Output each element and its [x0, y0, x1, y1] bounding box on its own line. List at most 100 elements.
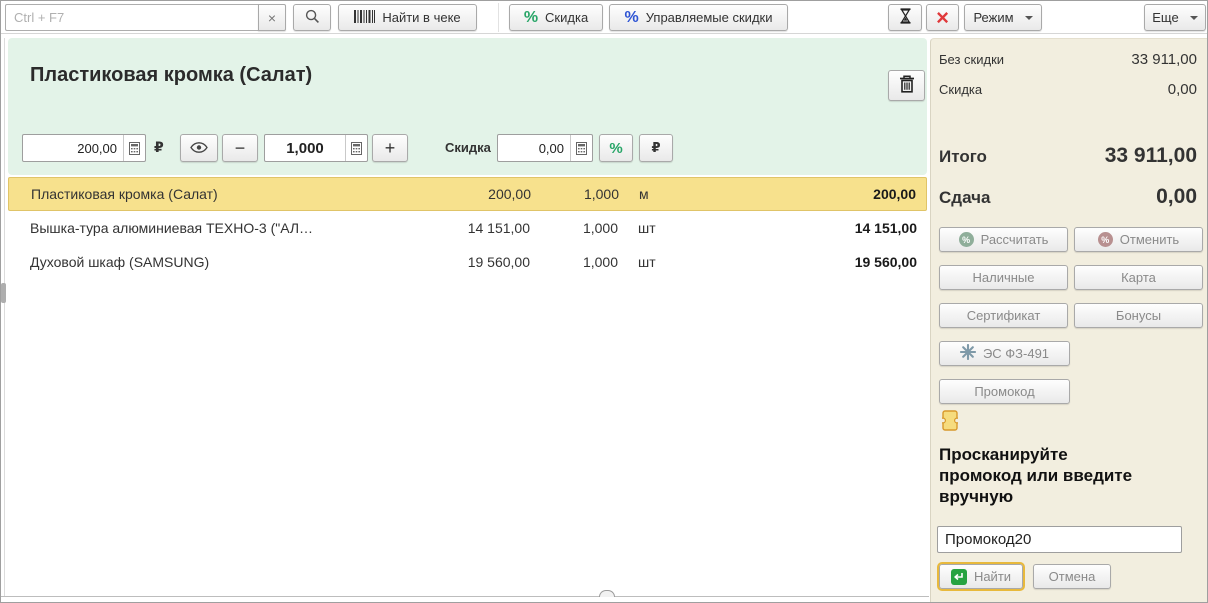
item-price-cell: 14 151,00 [467, 220, 530, 236]
promocode-button[interactable]: Промокод [939, 379, 1070, 404]
discount-button[interactable]: % Скидка [509, 4, 603, 31]
item-total-cell: 14 151,00 [854, 220, 917, 236]
search-icon [305, 9, 320, 27]
calculate-discounts-button[interactable]: % Рассчитать [939, 227, 1068, 252]
percent-circle-green-icon: % [958, 232, 974, 247]
change-value: 0,00 [1156, 185, 1197, 208]
summary-discount-value: 0,00 [1167, 81, 1197, 98]
no-discount-label: Без скидки [939, 52, 1005, 67]
bottom-splitter[interactable] [1, 596, 929, 597]
price-field [22, 134, 146, 162]
promo-code-input[interactable] [937, 526, 1182, 553]
bonuses-button[interactable]: Бонусы [1074, 303, 1203, 328]
left-splitter-grip[interactable] [1, 283, 6, 303]
item-price-cell: 19 560,00 [467, 254, 530, 270]
enter-arrow-icon [950, 568, 967, 585]
promo-find-label: Найти [973, 569, 1012, 584]
snowflake-icon [959, 343, 976, 363]
card-button[interactable]: Карта [1074, 265, 1203, 290]
barcode-icon [354, 9, 376, 26]
managed-discounts-button[interactable]: % Управляемые скидки [609, 4, 788, 31]
summary-discount-label: Скидка [939, 82, 983, 97]
percent-green-icon: % [523, 8, 539, 26]
total-label: Итого [939, 147, 987, 166]
item-name-cell: Вышка-тура алюминиевая ТЕХНО-3 ("АЛ… [30, 220, 314, 236]
es-fz491-label: ЭС ФЗ-491 [982, 346, 1050, 361]
item-qty-cell: 1,000 [582, 220, 618, 236]
clear-search-button[interactable]: × [258, 4, 286, 31]
managed-discounts-label: Управляемые скидки [645, 10, 773, 25]
chevron-down-icon [1024, 15, 1033, 20]
item-qty-cell: 1,000 [583, 186, 619, 202]
cash-button[interactable]: Наличные [939, 265, 1068, 290]
receipt-items-table: Пластиковая кромка (Салат) 200,00 1,000 … [8, 177, 927, 596]
item-qty-cell: 1,000 [582, 254, 618, 270]
discount-ruble-button[interactable]: ₽ [639, 134, 673, 162]
item-total-cell: 19 560,00 [854, 254, 917, 270]
calculate-label: Рассчитать [980, 232, 1049, 247]
top-toolbar: × Найти в чеке % Скидка % Управляемые ск… [1, 1, 1207, 34]
cancel-discounts-button[interactable]: % Отменить [1074, 227, 1203, 252]
item-controls: ₽ − + Скидка % [8, 134, 927, 164]
table-row[interactable]: Пластиковая кромка (Салат) 200,00 1,000 … [8, 177, 927, 211]
calculator-icon[interactable] [345, 135, 367, 161]
price-input[interactable] [23, 135, 123, 161]
quantity-increase-button[interactable]: + [372, 134, 408, 162]
quantity-input[interactable] [265, 135, 345, 161]
discount-row: Скидка 0,00 [939, 81, 1197, 98]
change-label: Сдача [939, 188, 991, 207]
item-name-cell: Пластиковая кромка (Салат) [31, 186, 218, 202]
search-group: × [5, 4, 286, 31]
promo-cancel-button[interactable]: Отмена [1033, 564, 1111, 589]
price-currency-label: ₽ [154, 140, 164, 156]
ticket-icon [939, 410, 961, 436]
chevron-down-icon [1189, 15, 1198, 20]
close-receipt-button[interactable]: × [926, 4, 959, 31]
more-menu-button[interactable]: Еще [1144, 4, 1206, 31]
promo-find-button[interactable]: Найти [937, 562, 1025, 591]
percent-green-icon: % [609, 139, 623, 157]
bottom-splitter-grip[interactable] [599, 590, 615, 597]
quantity-decrease-button[interactable]: − [222, 134, 258, 162]
item-name-cell: Духовой шкаф (SAMSUNG) [30, 254, 210, 270]
item-discount-input[interactable] [498, 135, 570, 161]
es-fz491-button[interactable]: ЭС ФЗ-491 [939, 341, 1070, 366]
item-discount-label: Скидка [445, 140, 491, 155]
mode-label: Режим [973, 10, 1014, 25]
item-price-cell: 200,00 [488, 186, 531, 202]
item-total-cell: 200,00 [873, 186, 916, 202]
delete-item-button[interactable] [888, 70, 925, 101]
table-row[interactable]: Вышка-тура алюминиевая ТЕХНО-3 ("АЛ… 14 … [8, 211, 927, 245]
search-button[interactable] [293, 4, 331, 31]
hourglass-icon [899, 8, 912, 27]
find-in-receipt-label: Найти в чеке [382, 10, 461, 25]
percent-circle-red-icon: % [1097, 232, 1113, 247]
item-unit-cell: шт [638, 220, 656, 236]
certificate-button[interactable]: Сертификат [939, 303, 1068, 328]
current-item-title: Пластиковая кромка (Салат) [30, 64, 313, 86]
left-splitter[interactable] [4, 38, 5, 596]
toolbar-separator [498, 3, 499, 32]
promo-hint-text: Просканируйте промокод или введите вручн… [939, 445, 1133, 506]
find-in-receipt-button[interactable]: Найти в чеке [338, 4, 477, 31]
hourglass-button[interactable] [888, 4, 922, 31]
mode-menu-button[interactable]: Режим [964, 4, 1042, 31]
discount-percent-button[interactable]: % [599, 134, 633, 162]
calculator-icon[interactable] [570, 135, 592, 161]
percent-blue-icon: % [624, 8, 639, 26]
eye-icon [190, 141, 208, 156]
total-row: Итого 33 911,00 [939, 144, 1197, 168]
quantity-field [264, 134, 368, 162]
item-unit-cell: шт [638, 254, 656, 270]
search-input[interactable] [5, 4, 258, 31]
current-item-panel: Пластиковая кромка (Салат) ₽ − [8, 38, 927, 175]
table-row[interactable]: Духовой шкаф (SAMSUNG) 19 560,00 1,000 ш… [8, 245, 927, 279]
no-discount-row: Без скидки 33 911,00 [939, 51, 1197, 68]
calculator-icon[interactable] [123, 135, 145, 161]
pos-window: × Найти в чеке % Скидка % Управляемые ск… [0, 0, 1208, 603]
eye-button[interactable] [180, 134, 218, 162]
change-row: Сдача 0,00 [939, 185, 1197, 209]
item-discount-field [497, 134, 593, 162]
more-label: Еще [1152, 10, 1179, 25]
discount-button-label: Скидка [545, 10, 589, 25]
